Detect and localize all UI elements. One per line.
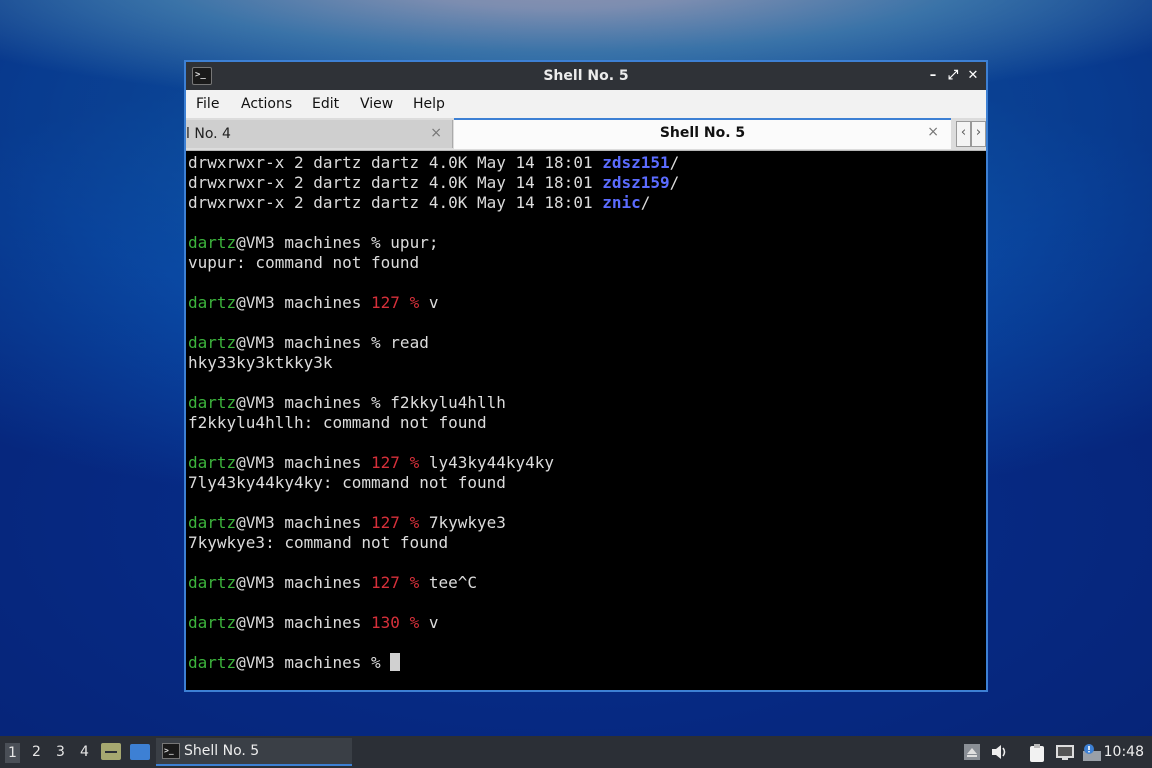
terminal-line: drwxrwxr-x 2 dartz dartz 4.0K May 14 18:…	[188, 153, 679, 173]
terminal-text: dartz	[188, 573, 237, 592]
window-title: Shell No. 5	[543, 68, 629, 84]
tab-label: Shell No. 5	[659, 125, 746, 141]
terminal-line: drwxrwxr-x 2 dartz dartz 4.0K May 14 18:…	[188, 193, 650, 213]
workspace-1[interactable]: 1	[5, 743, 20, 763]
menu-file[interactable]: File	[196, 96, 219, 112]
workspace-3[interactable]: 3	[56, 744, 65, 760]
terminal-text: dartz	[188, 513, 237, 532]
terminal-window: >_ Shell No. 5 – ⤢ ✕ File Actions Edit V…	[184, 60, 988, 692]
menubar: File Actions Edit View Help	[186, 90, 986, 118]
network-icon[interactable]	[1055, 743, 1074, 761]
terminal-line: dartz@VM3 machines 127 % v	[188, 293, 438, 313]
terminal-text: dartz	[188, 613, 237, 632]
tab-close-icon[interactable]: ×	[927, 124, 939, 140]
terminal-text: v	[419, 293, 439, 312]
terminal-text: /	[669, 153, 680, 172]
terminal-text: 7kywkye3	[419, 513, 506, 532]
tab-bar: l No. 4 × Shell No. 5 × ‹ ›	[186, 118, 986, 151]
tab-close-icon[interactable]: ×	[430, 125, 442, 141]
maximize-icon[interactable]: ⤢	[944, 67, 962, 85]
terminal-cursor	[390, 653, 401, 671]
terminal-line: dartz@VM3 machines 127 % 7kywkye3	[188, 513, 506, 533]
terminal-line: f2kkylu4hllh: command not found	[188, 413, 487, 433]
tab-shell-4[interactable]: l No. 4 ×	[186, 120, 453, 148]
terminal-text: @VM3 machines % read	[236, 333, 429, 352]
terminal-line: dartz@VM3 machines 127 % tee^C	[188, 573, 477, 593]
terminal-text: @VM3 machines	[236, 613, 372, 632]
terminal-line: dartz@VM3 machines 127 % ly43ky44ky4ky	[188, 453, 554, 473]
terminal-text: 130 %	[371, 613, 420, 632]
terminal-text: 127 %	[371, 453, 420, 472]
terminal-icon: >_	[162, 743, 180, 759]
terminal-text: 7ly43ky44ky4ky: command not found	[188, 473, 506, 492]
terminal-text: drwxrwxr-x 2 dartz dartz 4.0K May 14 18:…	[188, 153, 603, 172]
terminal-output[interactable]: drwxrwxr-x 2 dartz dartz 4.0K May 14 18:…	[186, 151, 986, 690]
terminal-text: dartz	[188, 393, 237, 412]
terminal-text: @VM3 machines % upur;	[236, 233, 439, 252]
terminal-text: 127 %	[371, 293, 420, 312]
terminal-text: /	[669, 173, 680, 192]
terminal-text: @VM3 machines	[236, 573, 372, 592]
eject-icon[interactable]	[963, 743, 981, 761]
terminal-text: vupur: command not found	[188, 253, 420, 272]
terminal-line: drwxrwxr-x 2 dartz dartz 4.0K May 14 18:…	[188, 173, 679, 193]
taskbar: 1 2 3 4 >_ Shell No. 5 10:48	[0, 736, 1152, 768]
terminal-text: zdsz159	[602, 173, 670, 192]
terminal-text: dartz	[188, 233, 237, 252]
terminal-text: @VM3 machines	[236, 293, 372, 312]
show-desktop-icon[interactable]	[130, 744, 150, 760]
terminal-text: drwxrwxr-x 2 dartz dartz 4.0K May 14 18:…	[188, 173, 603, 192]
notification-icon[interactable]	[1082, 743, 1101, 761]
menu-edit[interactable]: Edit	[312, 96, 339, 112]
window-titlebar[interactable]: >_ Shell No. 5 – ⤢ ✕	[186, 62, 986, 90]
close-icon[interactable]: ✕	[964, 67, 982, 85]
workspace-2[interactable]: 2	[32, 744, 41, 760]
terminal-text: v	[419, 613, 439, 632]
terminal-line: dartz@VM3 machines 130 % v	[188, 613, 438, 633]
menu-view[interactable]: View	[360, 96, 393, 112]
terminal-line: dartz@VM3 machines % upur;	[188, 233, 438, 253]
file-manager-icon[interactable]	[101, 743, 121, 760]
terminal-text: tee^C	[419, 573, 477, 592]
volume-icon[interactable]	[990, 743, 1008, 761]
terminal-text: @VM3 machines % f2kkylu4hllh	[236, 393, 506, 412]
terminal-text: dartz	[188, 653, 237, 672]
terminal-text: znic	[602, 193, 641, 212]
terminal-text: @VM3 machines %	[236, 653, 391, 672]
terminal-line: dartz@VM3 machines % read	[188, 333, 429, 353]
terminal-text: dartz	[188, 333, 237, 352]
clock: 10:48	[1103, 744, 1144, 760]
terminal-text: 127 %	[371, 513, 420, 532]
terminal-text: 127 %	[371, 573, 420, 592]
terminal-text: hky33ky3ktkky3k	[188, 353, 333, 372]
terminal-line: dartz@VM3 machines %	[188, 653, 401, 673]
terminal-line: vupur: command not found	[188, 253, 419, 273]
terminal-text: ly43ky44ky4ky	[419, 453, 555, 472]
task-label: Shell No. 5	[184, 743, 260, 759]
tab-shell-5[interactable]: Shell No. 5 ×	[454, 118, 951, 149]
terminal-text: @VM3 machines	[236, 453, 372, 472]
terminal-text: dartz	[188, 453, 237, 472]
terminal-text: @VM3 machines	[236, 513, 372, 532]
terminal-text: dartz	[188, 293, 237, 312]
minimize-icon[interactable]: –	[924, 67, 942, 85]
clipboard-icon[interactable]	[1028, 743, 1046, 762]
terminal-text: /	[640, 193, 651, 212]
menu-actions[interactable]: Actions	[241, 96, 292, 112]
menu-help[interactable]: Help	[413, 96, 445, 112]
terminal-line: dartz@VM3 machines % f2kkylu4hllh	[188, 393, 506, 413]
terminal-line: 7ly43ky44ky4ky: command not found	[188, 473, 506, 493]
workspace-4[interactable]: 4	[80, 744, 89, 760]
terminal-text: zdsz151	[602, 153, 670, 172]
taskbar-task-shell-5[interactable]: >_ Shell No. 5	[156, 738, 352, 766]
tab-label: l No. 4	[186, 126, 231, 142]
tab-scroll-left-icon[interactable]: ‹	[956, 121, 971, 147]
terminal-text: f2kkylu4hllh: command not found	[188, 413, 487, 432]
terminal-line: 7kywkye3: command not found	[188, 533, 448, 553]
terminal-text: 7kywkye3: command not found	[188, 533, 449, 552]
tab-scroll-right-icon[interactable]: ›	[971, 121, 986, 147]
terminal-text: drwxrwxr-x 2 dartz dartz 4.0K May 14 18:…	[188, 193, 603, 212]
terminal-line: hky33ky3ktkky3k	[188, 353, 333, 373]
